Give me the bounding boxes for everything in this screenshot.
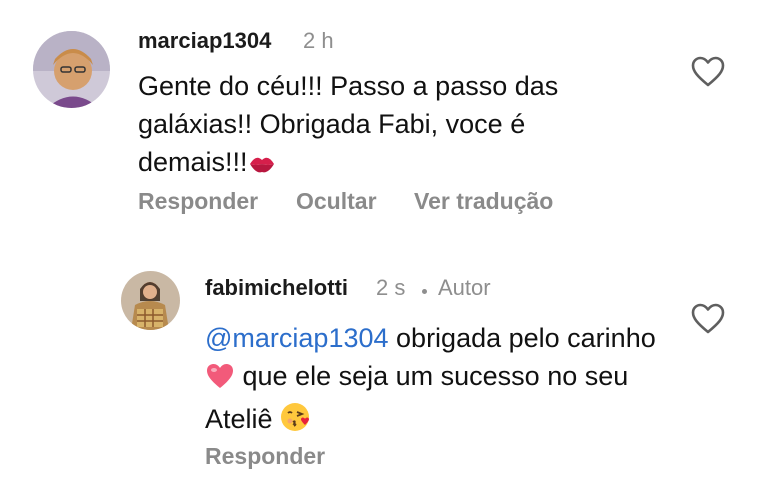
comment-text: Gente do céu!!! Passo a passo das galáxi… — [138, 67, 638, 186]
face-blowing-kiss-icon — [280, 401, 312, 443]
separator-dot — [422, 289, 427, 294]
reply-button[interactable]: Responder — [138, 188, 258, 215]
kiss-mark-icon — [248, 148, 276, 186]
like-heart-icon[interactable] — [691, 303, 725, 340]
author-badge: Autor — [438, 275, 491, 300]
pink-heart-icon — [205, 362, 235, 400]
reply-button[interactable]: Responder — [205, 443, 325, 470]
comment-timestamp: 2 s — [376, 275, 406, 300]
comment-timestamp: 2 h — [303, 28, 334, 53]
avatar[interactable] — [33, 31, 110, 108]
like-heart-icon[interactable] — [691, 56, 725, 93]
comment-username[interactable]: marciap1304 — [138, 28, 271, 54]
comment-text: @marciap1304 obrigada pelo carinho que e… — [205, 319, 665, 443]
hide-button[interactable]: Ocultar — [296, 188, 377, 215]
avatar[interactable] — [121, 271, 180, 330]
translate-button[interactable]: Ver tradução — [414, 188, 553, 215]
comment-username[interactable]: fabimichelotti — [205, 275, 348, 301]
mention-link[interactable]: @marciap1304 — [205, 323, 389, 353]
